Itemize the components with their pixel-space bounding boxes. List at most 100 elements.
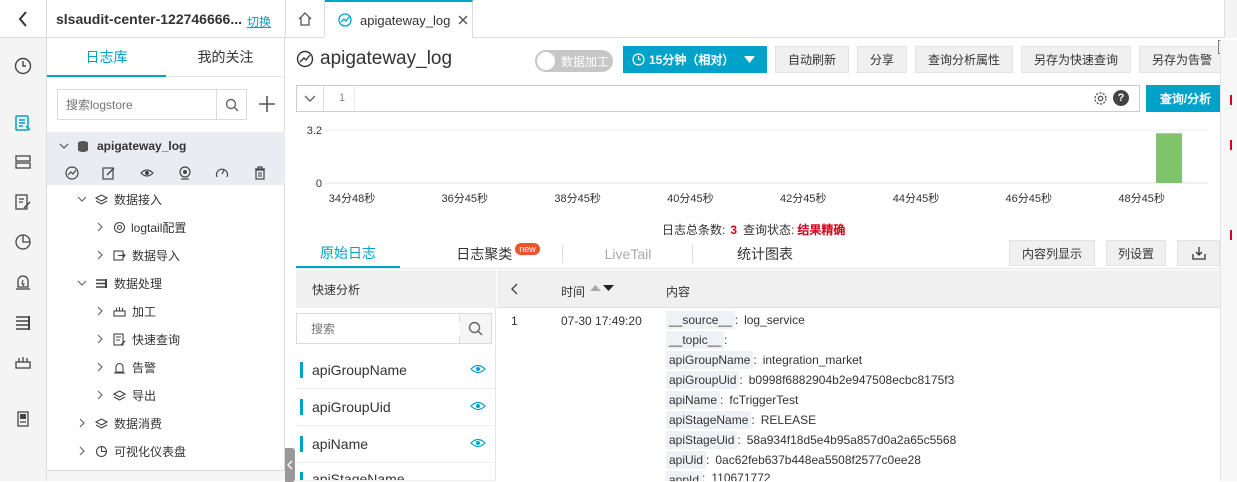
field-item[interactable]: apiGroupName (297, 352, 495, 389)
close-icon[interactable] (458, 15, 468, 25)
field-item[interactable]: apiGroupUid (297, 389, 495, 426)
pie-chart-icon[interactable] (12, 231, 34, 253)
content-column-display-button[interactable]: 内容列显示 (1009, 240, 1095, 266)
log-field-key[interactable]: apiGroupName (666, 351, 754, 369)
tab-statistics-chart[interactable]: 统计图表 (715, 240, 815, 268)
log-field-key[interactable]: apiStageName (666, 411, 752, 429)
tree-item-data-processing[interactable]: 数据处理 (47, 269, 285, 297)
log-field-value[interactable]: log_service (738, 313, 805, 327)
eye-icon[interactable] (470, 400, 486, 412)
tree-item-data-ingest[interactable]: 数据接入 (47, 185, 285, 213)
field-search-button[interactable] (460, 313, 492, 344)
field-search-field[interactable] (311, 321, 461, 336)
alert-icon[interactable] (12, 271, 34, 293)
y-tick-label: 0 (316, 178, 322, 190)
log-field-key[interactable]: appId (666, 471, 703, 481)
help-icon[interactable]: ? (1113, 90, 1129, 106)
monitor-icon[interactable] (178, 165, 192, 180)
logstore-search-button[interactable] (217, 89, 247, 120)
log-field-value[interactable]: 58a934f18d5e4b95a857d0a2a65c5568 (741, 433, 957, 447)
query-history-toggle[interactable] (297, 86, 324, 111)
tab-favorites[interactable]: 我的关注 (166, 38, 285, 77)
delete-icon[interactable] (253, 165, 267, 180)
machine-group-icon[interactable] (12, 351, 34, 373)
log-document-icon[interactable] (12, 112, 34, 134)
field-item[interactable]: apiName (297, 426, 495, 463)
download-button[interactable] (1177, 240, 1220, 266)
back-button[interactable] (0, 0, 47, 38)
log-field-key[interactable]: __topic__ (666, 331, 725, 349)
logstore-item[interactable]: apigateway_log (47, 132, 285, 160)
log-field-value[interactable]: integration_market (757, 353, 862, 367)
column-time-header[interactable]: 时间 (561, 283, 585, 300)
field-search-input[interactable] (296, 313, 461, 344)
tab-livetail[interactable]: LiveTail (578, 240, 678, 268)
chevron-right-icon (79, 446, 85, 456)
search-analyze-button[interactable]: 查询/分析 (1146, 85, 1225, 112)
log-field-value[interactable]: 0ac62feb637b448ea5508f2577c0ee28 (709, 453, 921, 467)
add-logstore-button[interactable] (257, 94, 277, 114)
tree-item-data-import[interactable]: 数据导入 (47, 241, 285, 269)
eye-icon[interactable] (140, 166, 154, 180)
tree-item-data-consumption[interactable]: 数据消费 (47, 409, 285, 437)
list-icon[interactable] (12, 311, 34, 333)
tree-item-dashboard[interactable]: 可视化仪表盘 (47, 437, 285, 465)
data-transform-toggle[interactable]: 数据加工 (535, 50, 613, 72)
tree-item-transform[interactable]: 加工 (47, 297, 285, 325)
tree-item-alert[interactable]: 告警 (47, 353, 285, 381)
log-histogram-chart: 3.2 0 34分48秒 36分45秒 38分45秒 40分45秒 42分45秒 44分45秒… (307, 125, 1208, 205)
edit-icon[interactable] (102, 166, 116, 180)
save-quick-query-button[interactable]: 另存为快速查询 (1021, 46, 1131, 73)
field-name: apiGroupName (312, 362, 407, 378)
log-field-key[interactable]: apiStageUid (666, 431, 738, 449)
logstore-search-field[interactable] (66, 97, 216, 112)
field-item[interactable]: apiStageName (297, 463, 495, 481)
tree-item-logtail-config[interactable]: logtail配置 (47, 213, 285, 241)
page-title: apigateway_log (320, 48, 453, 69)
log-field: appId:110671772 (666, 471, 771, 481)
save-alert-button[interactable]: 另存为告警 (1139, 46, 1225, 73)
log-field-key[interactable]: __source__ (666, 311, 735, 329)
log-field-value[interactable]: 110671772 (705, 471, 770, 481)
histogram-bar (1156, 133, 1182, 183)
edit-document-icon[interactable] (12, 191, 34, 213)
column-settings-button[interactable]: 列设置 (1106, 240, 1166, 266)
tree-item-export[interactable]: 导出 (47, 381, 285, 409)
switch-project-link[interactable]: 切换 (247, 13, 271, 30)
time-range-button[interactable]: 15分钟（相对） (623, 46, 767, 73)
log-field-value[interactable]: b0998f6882904b2e947508ecbc8175f3 (743, 373, 955, 387)
auto-refresh-button[interactable]: 自动刷新 (775, 46, 849, 73)
eye-icon[interactable] (470, 437, 486, 449)
log-field-key[interactable]: apiGroupUid (666, 371, 740, 389)
query-editor[interactable]: 1 ? (296, 85, 1140, 112)
share-button[interactable]: 分享 (857, 46, 907, 73)
settings-icon[interactable] (1093, 91, 1108, 106)
query-icon[interactable] (65, 165, 79, 180)
home-tab[interactable] (285, 0, 325, 38)
clock-icon[interactable] (12, 55, 34, 77)
tab-log-clustering[interactable]: 日志聚类 new (448, 240, 548, 268)
tab-logstores[interactable]: 日志库 (47, 38, 166, 77)
device-icon[interactable] (12, 408, 34, 430)
tab-raw-logs[interactable]: 原始日志 (296, 240, 400, 268)
log-field-value[interactable]: RELEASE (755, 413, 816, 427)
storage-icon[interactable] (12, 151, 34, 173)
tree-item-quick-query[interactable]: 快速查询 (47, 325, 285, 353)
quick-query-icon (113, 332, 126, 346)
query-properties-button[interactable]: 查询分析属性 (915, 46, 1013, 73)
collapse-sidebar-handle[interactable] (285, 448, 295, 482)
time-range-label: 15分钟（相对） (649, 53, 735, 67)
log-field-value[interactable]: fcTriggerTest (723, 393, 798, 407)
page-scrollbar[interactable] (1220, 40, 1237, 481)
sort-icon[interactable] (590, 284, 614, 292)
chevron-left-icon[interactable] (510, 283, 518, 295)
log-field-key[interactable]: apiName (666, 391, 721, 409)
query-summary: 日志总条数: 3 查询状态: 结果精确 (662, 221, 845, 238)
gauge-icon[interactable] (215, 166, 229, 180)
search-icon (225, 98, 239, 112)
tab-apigateway-log[interactable]: apigateway_log (325, 0, 473, 38)
eye-icon[interactable] (470, 363, 486, 375)
tree-label: 加工 (132, 304, 157, 319)
log-field-key[interactable]: apiUid (666, 451, 707, 469)
logstore-search-input[interactable] (57, 89, 217, 120)
